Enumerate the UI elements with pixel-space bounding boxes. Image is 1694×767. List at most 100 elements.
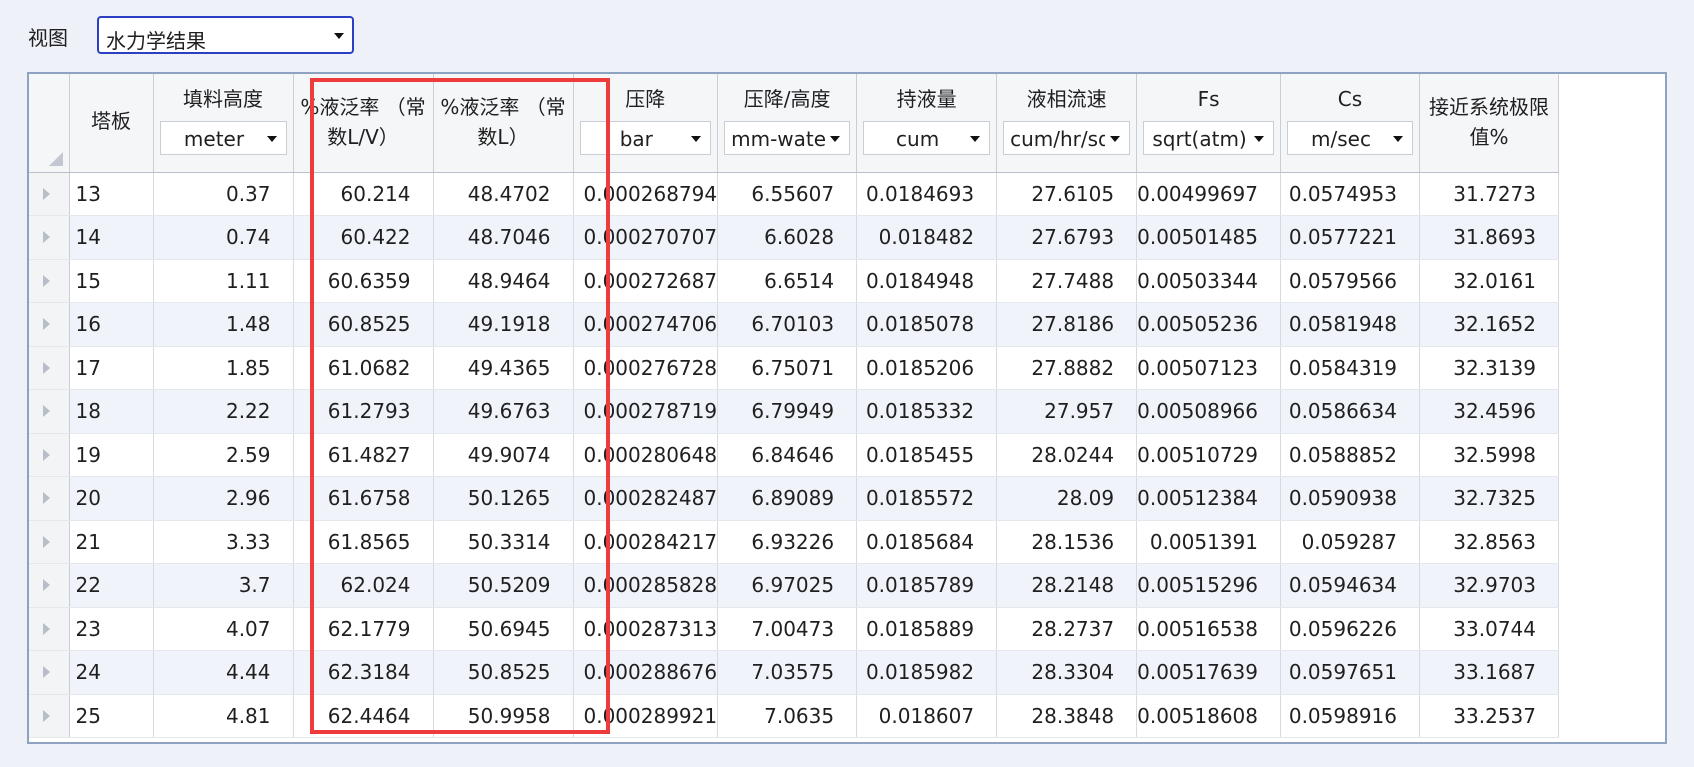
data-cell[interactable]: 6.6028 xyxy=(717,215,858,260)
data-cell[interactable]: 0.0598916 xyxy=(1280,694,1420,738)
row-selector[interactable] xyxy=(29,389,70,434)
data-cell[interactable]: 2.59 xyxy=(153,433,294,477)
data-cell[interactable]: 0.0185889 xyxy=(856,607,998,651)
data-cell[interactable]: 0.0588852 xyxy=(1280,433,1420,477)
data-cell[interactable]: 31.7273 xyxy=(1419,172,1559,216)
data-cell[interactable]: 0.000284217 xyxy=(573,520,719,564)
data-cell[interactable]: 50.6945 xyxy=(433,607,574,651)
data-cell[interactable]: 0.0597651 xyxy=(1280,650,1420,695)
data-cell[interactable]: 0.00510729 xyxy=(1136,433,1281,477)
data-cell[interactable]: 4.44 xyxy=(153,650,294,695)
row-selector[interactable] xyxy=(29,172,70,216)
column-header-pressure-drop[interactable]: 压降 bar xyxy=(573,74,719,173)
data-cell[interactable]: 1.11 xyxy=(153,259,294,303)
data-cell[interactable]: 0.0584319 xyxy=(1280,346,1420,390)
stage-cell[interactable]: 23 xyxy=(69,607,154,651)
stage-cell[interactable]: 25 xyxy=(69,694,154,738)
data-cell[interactable]: 49.4365 xyxy=(433,346,574,390)
data-cell[interactable]: 0.00508966 xyxy=(1136,389,1281,434)
data-cell[interactable]: 60.422 xyxy=(293,215,434,260)
data-cell[interactable]: 0.0574953 xyxy=(1280,172,1420,216)
data-cell[interactable]: 62.024 xyxy=(293,563,434,608)
data-cell[interactable]: 32.3139 xyxy=(1419,346,1559,390)
data-cell[interactable]: 61.0682 xyxy=(293,346,434,390)
data-cell[interactable]: 49.6763 xyxy=(433,389,574,434)
stage-cell[interactable]: 20 xyxy=(69,476,154,521)
table-row[interactable]: 17 1.85 61.0682 49.4365 0.000276728 6.75071 0.… xyxy=(29,346,1559,390)
data-cell[interactable]: 0.00507123 xyxy=(1136,346,1281,390)
select-all-corner[interactable] xyxy=(29,74,70,173)
data-cell[interactable]: 0.0590938 xyxy=(1280,476,1420,521)
row-selector[interactable] xyxy=(29,520,70,564)
table-row[interactable]: 19 2.59 61.4827 49.9074 0.000280648 6.84646 0.… xyxy=(29,433,1559,477)
stage-cell[interactable]: 24 xyxy=(69,650,154,695)
data-cell[interactable]: 6.6514 xyxy=(717,259,858,303)
data-cell[interactable]: 61.2793 xyxy=(293,389,434,434)
row-selector[interactable] xyxy=(29,650,70,695)
data-cell[interactable]: 0.37 xyxy=(153,172,294,216)
unit-dropdown-packing-height[interactable]: meter xyxy=(159,121,287,155)
column-header-flood-l[interactable]: %液泛率 （常 数L） xyxy=(433,74,574,173)
data-cell[interactable]: 27.8186 xyxy=(996,302,1138,347)
data-cell[interactable]: 28.2737 xyxy=(996,607,1138,651)
stage-cell[interactable]: 21 xyxy=(69,520,154,564)
data-cell[interactable]: 6.70103 xyxy=(717,302,858,347)
row-selector[interactable] xyxy=(29,694,70,738)
unit-dropdown-fs[interactable]: sqrt(atm) xyxy=(1143,121,1274,155)
data-cell[interactable]: 28.3848 xyxy=(996,694,1138,738)
data-cell[interactable]: 50.3314 xyxy=(433,520,574,564)
table-row[interactable]: 24 4.44 62.3184 50.8525 0.000288676 7.03575 0.… xyxy=(29,650,1559,695)
row-selector[interactable] xyxy=(29,346,70,390)
data-cell[interactable]: 6.97025 xyxy=(717,563,858,608)
data-cell[interactable]: 0.00517639 xyxy=(1136,650,1281,695)
data-cell[interactable]: 49.9074 xyxy=(433,433,574,477)
data-cell[interactable]: 0.000280648 xyxy=(573,433,719,477)
data-cell[interactable]: 0.0596226 xyxy=(1280,607,1420,651)
column-header-pressure-drop-height[interactable]: 压降/高度 mm-water xyxy=(717,74,858,173)
data-cell[interactable]: 27.957 xyxy=(996,389,1138,434)
data-cell[interactable]: 48.4702 xyxy=(433,172,574,216)
data-cell[interactable]: 0.00512384 xyxy=(1136,476,1281,521)
data-cell[interactable]: 0.00516538 xyxy=(1136,607,1281,651)
data-cell[interactable]: 0.0185332 xyxy=(856,389,998,434)
data-cell[interactable]: 0.0185572 xyxy=(856,476,998,521)
data-cell[interactable]: 60.6359 xyxy=(293,259,434,303)
stage-cell[interactable]: 13 xyxy=(69,172,154,216)
data-cell[interactable]: 0.0581948 xyxy=(1280,302,1420,347)
data-cell[interactable]: 0.0586634 xyxy=(1280,389,1420,434)
data-cell[interactable]: 61.4827 xyxy=(293,433,434,477)
data-cell[interactable]: 7.00473 xyxy=(717,607,858,651)
data-cell[interactable]: 0.00505236 xyxy=(1136,302,1281,347)
data-cell[interactable]: 0.00515296 xyxy=(1136,563,1281,608)
data-cell[interactable]: 0.000274706 xyxy=(573,302,719,347)
data-cell[interactable]: 3.7 xyxy=(153,563,294,608)
table-row[interactable]: 18 2.22 61.2793 49.6763 0.000278719 6.79949 0.… xyxy=(29,389,1559,434)
unit-dropdown-pressure-drop[interactable]: bar xyxy=(579,121,712,155)
data-cell[interactable]: 32.9703 xyxy=(1419,563,1559,608)
data-cell[interactable]: 50.9958 xyxy=(433,694,574,738)
data-cell[interactable]: 1.85 xyxy=(153,346,294,390)
data-cell[interactable]: 0.0185455 xyxy=(856,433,998,477)
data-cell[interactable]: 0.000276728 xyxy=(573,346,719,390)
data-cell[interactable]: 61.6758 xyxy=(293,476,434,521)
data-cell[interactable]: 2.96 xyxy=(153,476,294,521)
data-cell[interactable]: 0.018607 xyxy=(856,694,998,738)
data-cell[interactable]: 0.000268794 xyxy=(573,172,719,216)
data-cell[interactable]: 60.8525 xyxy=(293,302,434,347)
data-cell[interactable]: 62.4464 xyxy=(293,694,434,738)
data-cell[interactable]: 7.0635 xyxy=(717,694,858,738)
data-cell[interactable]: 50.1265 xyxy=(433,476,574,521)
data-cell[interactable]: 1.48 xyxy=(153,302,294,347)
column-header-approach-limit[interactable]: 接近系统极限 值% xyxy=(1419,74,1559,173)
data-cell[interactable]: 60.214 xyxy=(293,172,434,216)
data-cell[interactable]: 0.000278719 xyxy=(573,389,719,434)
data-cell[interactable]: 0.0051391 xyxy=(1136,520,1281,564)
data-cell[interactable]: 28.3304 xyxy=(996,650,1138,695)
data-cell[interactable]: 0.0577221 xyxy=(1280,215,1420,260)
data-cell[interactable]: 61.8565 xyxy=(293,520,434,564)
unit-dropdown-holdup[interactable]: cum xyxy=(863,121,991,155)
row-selector[interactable] xyxy=(29,302,70,347)
row-selector[interactable] xyxy=(29,476,70,521)
data-cell[interactable]: 4.07 xyxy=(153,607,294,651)
column-header-holdup[interactable]: 持液量 cum xyxy=(856,74,998,173)
